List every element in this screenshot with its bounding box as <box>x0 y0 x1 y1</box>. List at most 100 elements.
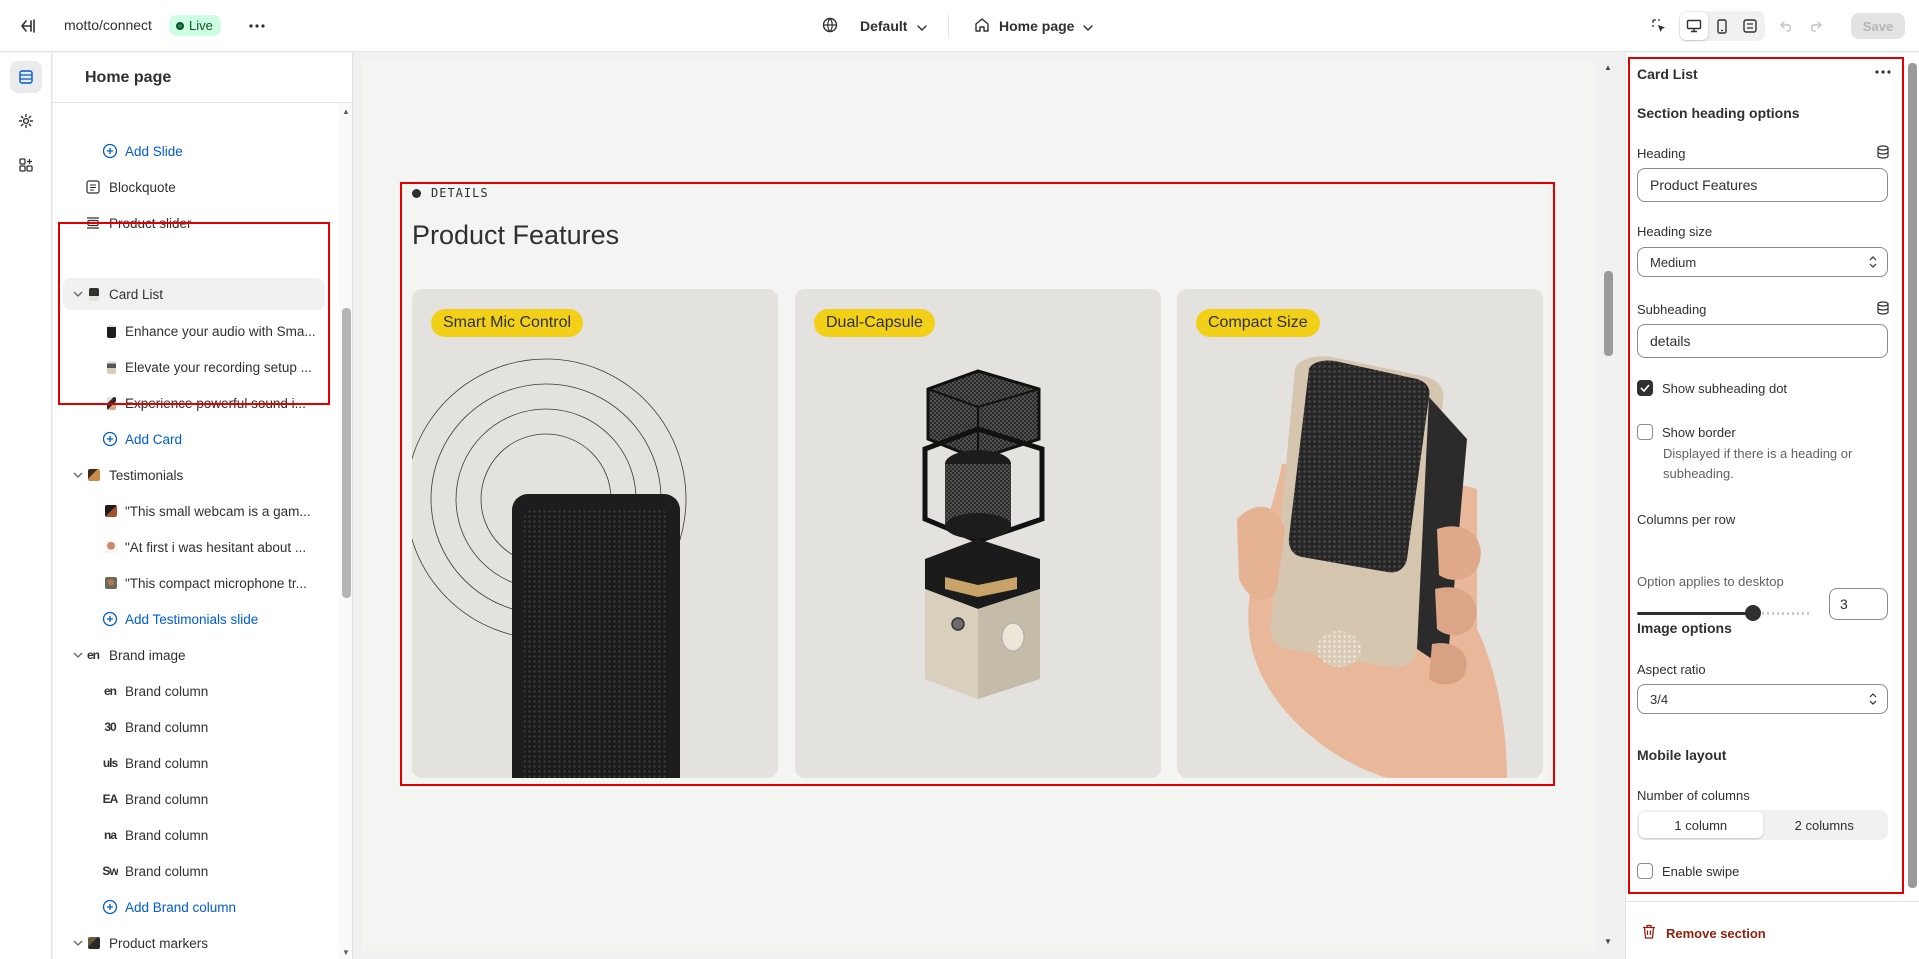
inspector-cursor-icon[interactable] <box>1645 12 1673 40</box>
sidebar-item-brand-column-6[interactable]: Sw Brand column <box>53 855 333 887</box>
top-bar: motto/connect Live Default Home page Sav… <box>0 0 1919 52</box>
sidebar-item-testimonial-3[interactable]: "This compact microphone tr... <box>53 567 333 599</box>
scroll-down-arrow-icon[interactable]: ▼ <box>339 948 352 958</box>
mobile-icon[interactable] <box>1708 12 1736 40</box>
feature-card[interactable]: Smart Mic Control <box>412 289 778 778</box>
feature-card[interactable]: Compact Size <box>1177 289 1543 778</box>
plus-circle-icon <box>102 899 118 915</box>
theme-settings-gear-icon[interactable] <box>10 105 42 137</box>
sidebar-item-product-markers[interactable]: Product markers <box>53 927 333 959</box>
panel-scrollbar[interactable] <box>1905 57 1919 897</box>
sidebar-item-label: Brand column <box>125 755 209 771</box>
show-border-checkbox[interactable]: Show border <box>1637 424 1736 440</box>
sidebar-item-testimonial-2[interactable]: "At first i was hesitant about ... <box>53 531 333 563</box>
sidebar-item-add-card[interactable]: Add Card <box>53 423 333 455</box>
subheading-input[interactable]: details <box>1637 324 1888 358</box>
brand-column-thumbnail: na <box>103 828 117 842</box>
panel-scrollbar-thumb[interactable] <box>1908 63 1917 888</box>
redo-icon[interactable] <box>1801 12 1829 40</box>
section-heading-options-title: Section heading options <box>1637 105 1800 121</box>
brand-column-thumbnail: en <box>103 684 117 698</box>
desktop-icon[interactable] <box>1680 12 1708 40</box>
sidebar-scrollbar-thumb[interactable] <box>342 308 351 598</box>
sidebar-item-label: Add Card <box>125 431 183 447</box>
scroll-up-arrow-icon[interactable]: ▲ <box>339 107 352 117</box>
sidebar-item-brand-column-4[interactable]: EA Brand column <box>53 783 333 815</box>
page-selector[interactable]: Home page <box>974 14 1094 38</box>
exit-icon[interactable] <box>16 14 40 38</box>
trash-icon <box>1642 924 1656 942</box>
brand-image-thumbnail: en <box>86 648 100 662</box>
sidebar-scrollbar[interactable] <box>339 103 352 959</box>
heading-size-label: Heading size <box>1637 224 1713 239</box>
card-tag: Smart Mic Control <box>431 309 584 337</box>
chevron-down-icon <box>1083 18 1094 34</box>
columns-per-row-input[interactable]: 3 <box>1829 588 1888 620</box>
sidebar-item-add-brand-column[interactable]: Add Brand column <box>53 891 333 923</box>
more-actions-icon[interactable] <box>246 15 268 37</box>
scroll-down-arrow-icon[interactable]: ▼ <box>1604 937 1612 946</box>
store-name: motto/connect <box>64 17 152 33</box>
brand-column-thumbnail: Sw <box>102 864 118 878</box>
undo-icon[interactable] <box>1773 12 1801 40</box>
heading-size-select[interactable]: Medium <box>1637 247 1888 277</box>
more-actions-icon[interactable] <box>1870 60 1896 84</box>
sidebar-item-brand-column-1[interactable]: en Brand column <box>53 675 333 707</box>
sidebar-item-testimonials[interactable]: Testimonials <box>53 459 333 491</box>
heading-size-value: Medium <box>1650 254 1697 270</box>
sidebar-item-brand-image[interactable]: en Brand image <box>53 639 333 671</box>
subheading-dot <box>412 188 421 198</box>
one-column-option[interactable]: 1 column <box>1639 812 1763 838</box>
dynamic-source-icon[interactable] <box>1874 299 1892 317</box>
brand-column-thumbnail: 30 <box>104 720 116 734</box>
sidebar-item-label: Brand column <box>125 863 209 879</box>
heading-input[interactable]: Product Features <box>1637 168 1888 202</box>
sidebar-item-add-slide[interactable]: Add Slide <box>53 135 333 167</box>
show-subheading-dot-checkbox[interactable]: Show subheading dot <box>1637 380 1787 396</box>
sidebar-item-label: "At first i was hesitant about ... <box>125 539 307 555</box>
card-tag: Compact Size <box>1196 309 1320 337</box>
theme-name: Default <box>860 18 908 34</box>
columns-per-row-slider[interactable] <box>1637 605 1812 621</box>
enable-swipe-checkbox[interactable]: Enable swipe <box>1637 863 1739 879</box>
status-dot-icon <box>176 21 184 30</box>
sections-icon[interactable] <box>10 61 42 93</box>
sidebar-item-brand-column-3[interactable]: uls Brand column <box>53 747 333 779</box>
theme-selector[interactable]: Default <box>822 14 928 38</box>
apps-icon[interactable] <box>10 149 42 181</box>
sidebar-item-label: Brand column <box>125 683 209 699</box>
subheading-label: Subheading <box>1637 302 1707 317</box>
preview-scrollbar[interactable] <box>1598 61 1618 951</box>
chevron-down-icon <box>71 936 85 950</box>
compact-microphone-hand-image <box>1237 356 1507 778</box>
feature-card[interactable]: Dual-Capsule <box>795 289 1161 778</box>
sidebar-item-add-testimonials[interactable]: Add Testimonials slide <box>53 603 333 635</box>
sections-sidebar: Home page Add Slide Blockquote Product s… <box>53 53 353 959</box>
dual-capsule-microphone-image <box>922 369 1045 699</box>
preview-scrollbar-thumb[interactable] <box>1604 271 1613 356</box>
panel-title: Card List <box>1637 66 1698 82</box>
sidebar-item-label: Brand column <box>125 827 209 843</box>
scroll-up-arrow-icon[interactable]: ▲ <box>1604 63 1612 72</box>
sidebar-item-blockquote[interactable]: Blockquote <box>53 171 333 203</box>
remove-section-button[interactable]: Remove section <box>1642 924 1766 942</box>
sidebar-item-brand-column-2[interactable]: 30 Brand column <box>53 711 333 743</box>
sidebar-item-label: Brand column <box>125 791 209 807</box>
remove-section-label: Remove section <box>1666 925 1766 941</box>
sidebar-item-label: Add Brand column <box>125 899 237 915</box>
blockquote-icon <box>85 179 101 195</box>
two-columns-option[interactable]: 2 columns <box>1763 812 1887 838</box>
checkbox-unchecked-icon <box>1637 863 1653 879</box>
sidebar-item-testimonial-1[interactable]: "This small webcam is a gam... <box>53 495 333 527</box>
chevron-down-icon <box>917 18 928 34</box>
aspect-ratio-select[interactable]: 3/4 <box>1637 684 1888 714</box>
section-settings-panel: Card List Section heading options Headin… <box>1625 53 1919 959</box>
testimonial-thumbnail <box>103 539 119 555</box>
card-list-highlight-outline <box>58 222 330 405</box>
sidebar-item-brand-column-5[interactable]: na Brand column <box>53 819 333 851</box>
sidebar-item-label: "This small webcam is a gam... <box>125 503 311 519</box>
full-width-icon[interactable] <box>1736 12 1764 40</box>
slider-knob[interactable] <box>1745 605 1761 621</box>
save-button[interactable]: Save <box>1851 13 1905 39</box>
dynamic-source-icon[interactable] <box>1874 143 1892 161</box>
